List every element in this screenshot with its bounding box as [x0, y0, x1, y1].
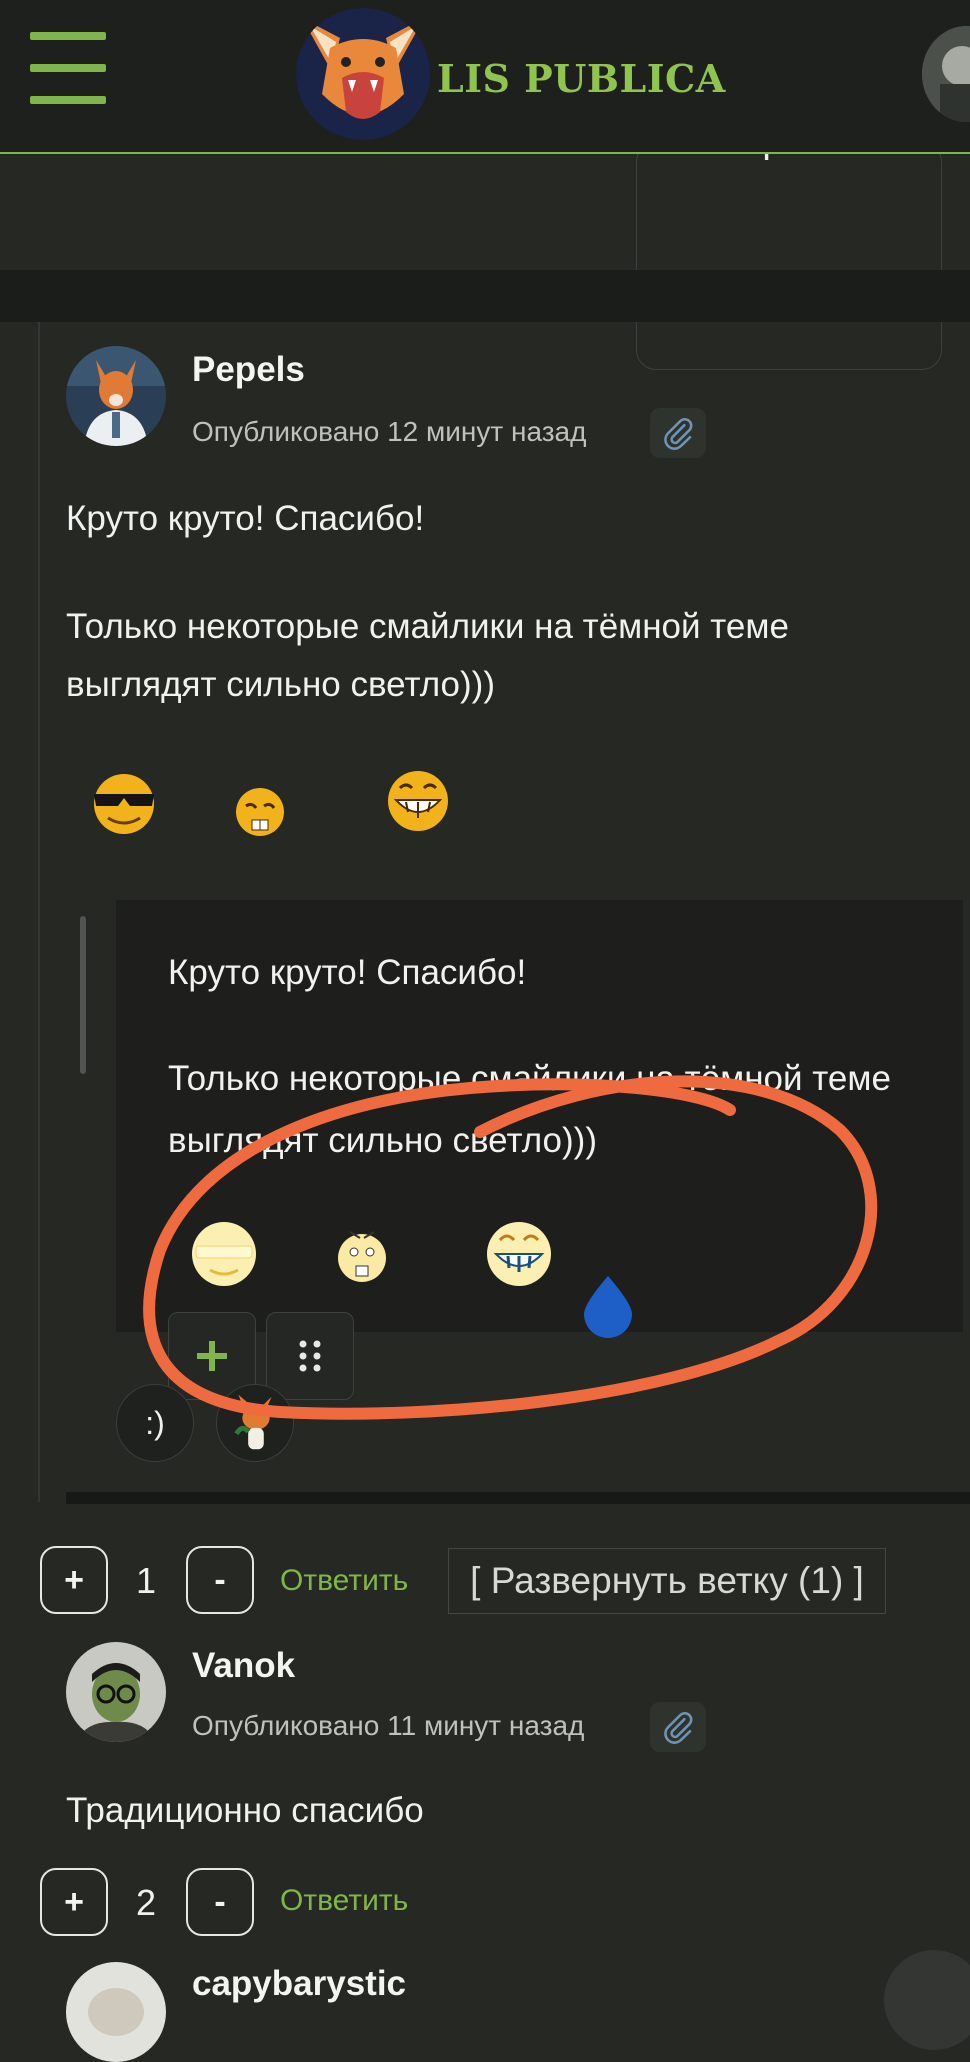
hamburger-menu-icon[interactable]: [30, 32, 106, 104]
silly-smiley-icon: [236, 788, 284, 836]
fox-sticker-icon: [234, 1394, 272, 1450]
emoji-button[interactable]: :): [116, 1384, 194, 1462]
comment-avatar[interactable]: [66, 346, 166, 446]
vote-score: 1: [136, 1560, 157, 1601]
section-separator: [0, 270, 970, 322]
site-header: LIS PUBLICA: [0, 0, 970, 154]
user-avatar[interactable]: [922, 26, 970, 122]
grin-smiley-light-icon: [487, 1222, 551, 1286]
comment-timestamp: Опубликовано 12 минут назад: [192, 416, 587, 447]
quote-paragraph: Круто круто! Спасибо!: [168, 953, 527, 992]
sticker-button[interactable]: [216, 1384, 294, 1462]
comment-avatar[interactable]: [66, 1642, 166, 1742]
text-cursor-drop-icon[interactable]: [580, 1274, 636, 1338]
quote-scrollbar[interactable]: [80, 916, 86, 1074]
site-name[interactable]: LIS PUBLICA: [437, 56, 726, 101]
paperclip-icon[interactable]: [650, 1702, 706, 1752]
comment-author[interactable]: Vanok: [192, 1646, 295, 1686]
cool-smiley-icon: [94, 774, 154, 834]
vote-score: 2: [136, 1882, 157, 1923]
send-button[interactable]: Отправить: [636, 119, 942, 370]
paperclip-icon[interactable]: [650, 408, 706, 458]
expand-thread-button[interactable]: [ Развернуть ветку (1) ]: [448, 1548, 886, 1614]
silly-smiley-light-icon: [338, 1231, 386, 1282]
vote-down-button[interactable]: -: [186, 1546, 254, 1614]
comment-author[interactable]: Pepels: [192, 350, 305, 390]
drag-handle-icon: [299, 1340, 321, 1372]
vote-up-button[interactable]: +: [40, 1546, 108, 1614]
vote-down-button[interactable]: -: [186, 1868, 254, 1936]
grin-smiley-icon: [388, 771, 448, 831]
comment-avatar[interactable]: [66, 1962, 166, 2062]
composer-strip: Отправить: [0, 119, 970, 370]
comment-body: Традиционно спасибо: [66, 1782, 946, 1840]
vote-up-button[interactable]: +: [40, 1868, 108, 1936]
cool-smiley-light-icon: [192, 1222, 256, 1286]
comment-paragraph: Только некоторые смайлики на тёмной теме…: [66, 607, 789, 704]
comment-body: Круто круто! Спасибо! Только некоторые с…: [66, 490, 946, 714]
comment-paragraph: Круто круто! Спасибо!: [66, 499, 425, 538]
scroll-to-top-button[interactable]: [884, 1950, 970, 2050]
thread-line: [38, 322, 40, 1502]
fox-logo-icon[interactable]: [296, 8, 430, 140]
plus-icon: [197, 1341, 227, 1371]
comment-divider: [66, 1492, 970, 1504]
drag-handle-button[interactable]: [266, 1312, 354, 1400]
comment-paragraph: Традиционно спасибо: [66, 1791, 424, 1830]
comment-author[interactable]: capybarystic: [192, 1964, 406, 2004]
reply-link[interactable]: Ответить: [280, 1564, 408, 1598]
quote-paragraph: Только некоторые смайлики на тёмной теме…: [168, 1059, 891, 1160]
reply-link[interactable]: Ответить: [280, 1884, 408, 1918]
comment-timestamp: Опубликовано 11 минут назад: [192, 1710, 585, 1741]
